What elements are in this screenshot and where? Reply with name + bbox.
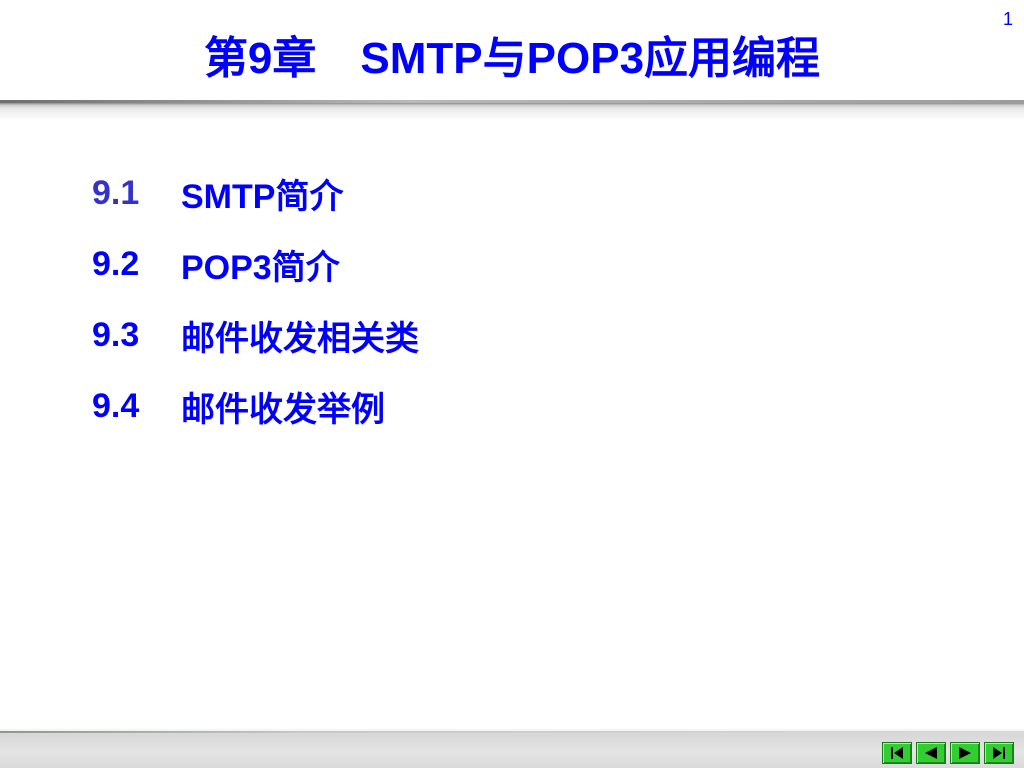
next-slide-button[interactable] — [950, 742, 980, 764]
previous-slide-button[interactable] — [916, 742, 946, 764]
table-of-contents: 9.1 SMTP简介 9.2 POP3简介 9.3 邮件收发相关类 9.4 邮件… — [92, 158, 419, 442]
first-slide-button[interactable] — [882, 742, 912, 764]
last-slide-icon — [993, 747, 1005, 759]
toc-item-number: 9.4 — [92, 387, 140, 425]
title-separator — [0, 100, 1024, 120]
footer-bar-line — [0, 731, 1024, 733]
title-subject: SMTP与POP3应用编程 — [360, 34, 821, 83]
toc-item-number: 9.1 — [92, 174, 140, 212]
title-separator-line — [0, 100, 1024, 103]
slide-navigation — [882, 742, 1014, 764]
next-slide-icon — [959, 747, 971, 759]
toc-item-label: 邮件收发举例 — [181, 391, 385, 429]
toc-item-label: 邮件收发相关类 — [181, 320, 419, 358]
title-chapter: 第9章 — [203, 34, 317, 83]
toc-item-9-4[interactable]: 9.4 邮件收发举例 — [92, 371, 419, 442]
first-slide-icon — [891, 747, 903, 759]
footer-bar — [0, 728, 1024, 768]
toc-item-label: SMTP简介 — [181, 178, 344, 216]
toc-item-9-2[interactable]: 9.2 POP3简介 — [92, 229, 419, 300]
last-slide-button[interactable] — [984, 742, 1014, 764]
toc-item-9-3[interactable]: 9.3 邮件收发相关类 — [92, 300, 419, 371]
slide: 1 第9章 SMTP与POP3应用编程 9.1 SMTP简介 9.2 POP3简介… — [0, 0, 1024, 768]
slide-title: 第9章 SMTP与POP3应用编程 — [0, 22, 1024, 86]
toc-item-number: 9.2 — [92, 245, 140, 283]
previous-slide-icon — [925, 747, 937, 759]
toc-item-number: 9.3 — [92, 316, 140, 354]
toc-item-9-1[interactable]: 9.1 SMTP简介 — [92, 158, 419, 229]
toc-item-label: POP3简介 — [181, 249, 340, 287]
